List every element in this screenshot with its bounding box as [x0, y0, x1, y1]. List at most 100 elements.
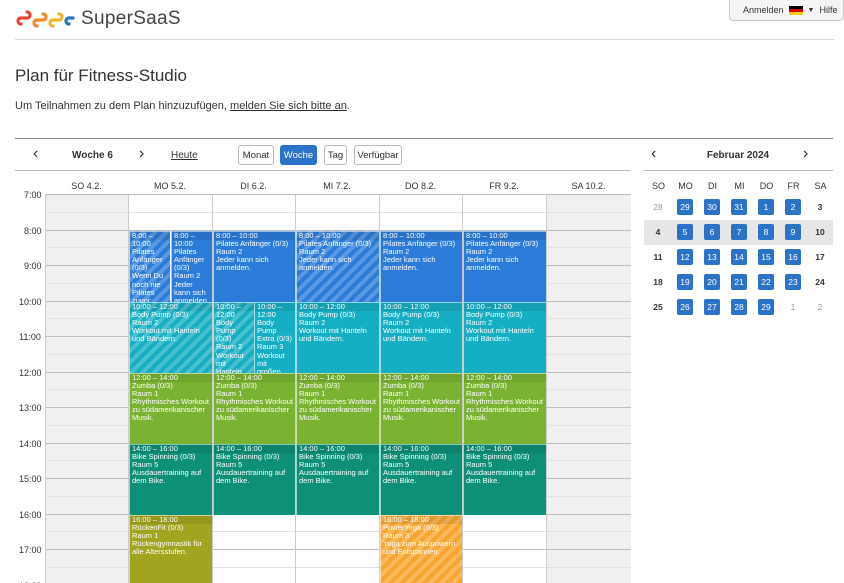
minical-day[interactable]: 21 — [731, 274, 747, 290]
event-block[interactable]: 10:00 – 12:00 Body Pump (0/3) Raum 2 Workou… — [296, 301, 379, 373]
brand-name: SuperSaaS — [81, 8, 181, 29]
week-grid[interactable]: 8:00 –10:00 Pilates Anfänger (0/3) Wenn Du no… — [45, 194, 631, 583]
event-text-line: alle Altersstufen. — [132, 547, 188, 557]
event-block[interactable]: 14:00 – 16:00 Bike Spinning (0/3) Raum 5 Au… — [463, 443, 546, 515]
minical-weekday-header: FR — [787, 181, 800, 191]
next-month-button[interactable]: › — [803, 146, 808, 162]
minical-day: 10 — [815, 227, 825, 237]
view-day-button[interactable]: Tag — [324, 145, 347, 165]
day-header: MI 7.2. — [323, 181, 351, 191]
event-text-line: anmelden. — [466, 263, 502, 273]
event-text-line: Pump (0/3) — [216, 325, 236, 344]
event-block[interactable]: 12:00 – 14:00 Zumba (0/3) Raum 1 Rhythmisch… — [213, 372, 295, 444]
minical-day[interactable]: 2 — [785, 199, 801, 215]
minical-day[interactable]: 20 — [704, 274, 720, 290]
event-text-line: dem Bike. — [299, 476, 333, 486]
event-text-line: Musik. — [383, 413, 405, 423]
minical-day[interactable]: 15 — [758, 249, 774, 265]
minical-day[interactable]: 16 — [785, 249, 801, 265]
event-block[interactable]: 12:00 – 14:00 Zumba (0/3) Raum 1 Rhythmisch… — [129, 372, 212, 444]
minical-day[interactable]: 29 — [677, 199, 693, 215]
minical-day[interactable]: 6 — [704, 224, 720, 240]
minical-day: 28 — [653, 202, 663, 212]
header-divider — [15, 39, 834, 40]
event-block[interactable]: 8:00 – 10:00 Pilates Anfänger (0/3) Raum 2… — [213, 230, 295, 302]
login-prompt-link[interactable]: melden Sie sich bitte an — [230, 100, 347, 112]
day-column-divider — [546, 194, 547, 583]
event-block[interactable]: 10:00 –12:00 Body Pump Extra (0/3) Raum 3 Wor… — [254, 301, 295, 373]
event-block[interactable]: 14:00 – 16:00 Bike Spinning (0/3) Raum 5 Au… — [213, 443, 295, 515]
event-text-line: dem Bike. — [383, 476, 417, 486]
minical-day: 24 — [815, 277, 825, 287]
minical-weekday-header: SO — [651, 181, 665, 191]
minical-day[interactable]: 26 — [677, 299, 693, 315]
event-block[interactable]: 12:00 – 14:00 Zumba (0/3) Raum 1 Rhythmisch… — [463, 372, 546, 444]
time-label: 8:00 — [24, 225, 42, 236]
minical-day[interactable]: 28 — [731, 299, 747, 315]
event-text-line: Musik. — [299, 413, 321, 423]
event-text-line: anmelden. — [299, 263, 335, 273]
event-block[interactable]: 10:00 – 12:00 Body Pump (0/3) Raum 2 Workou… — [129, 301, 212, 373]
minical-day[interactable]: 31 — [731, 199, 747, 215]
minical-day[interactable]: 8 — [758, 224, 774, 240]
event-block[interactable]: 14:00 – 16:00 Bike Spinning (0/3) Raum 5 Au… — [129, 443, 212, 515]
minical-day[interactable]: 23 — [785, 274, 801, 290]
minical-day[interactable]: 29 — [758, 299, 774, 315]
german-flag-icon[interactable] — [788, 5, 803, 15]
minical-weekday-header: DI — [708, 181, 717, 191]
event-block[interactable]: 8:00 – 10:00 Pilates Anfänger (0/3) Raum 2… — [380, 230, 462, 302]
minical-day[interactable]: 5 — [677, 224, 693, 240]
view-month-button[interactable]: Monat — [238, 145, 274, 165]
hour-gridline — [45, 194, 631, 195]
event-text-line: dem Bike. — [132, 476, 166, 486]
event-text-line: Musik. — [132, 413, 154, 423]
day-header: MO 5.2. — [153, 181, 186, 191]
event-block[interactable]: 16:00 – 18:00 PowerYoga (0/3) Raum 3 Yoga z… — [380, 514, 462, 583]
minical-day[interactable]: 9 — [785, 224, 801, 240]
event-text-line: Musik. — [466, 413, 488, 423]
view-week-button[interactable]: Woche — [280, 145, 317, 165]
event-block[interactable]: 8:00 –10:00 Pilates Anfänger (0/3) Raum 2 Jed… — [171, 230, 212, 302]
minical-day[interactable]: 7 — [731, 224, 747, 240]
time-label: 10:00 — [19, 296, 42, 307]
event-block[interactable]: 10:00 – 12:00 Body Pump (0/3) Raum 2 Workou… — [463, 301, 546, 373]
day-header: SA 10.2. — [571, 181, 606, 191]
event-block[interactable]: 10:00 – 12:00 Body Pump (0/3) Raum 2 Workou… — [380, 301, 462, 373]
minical-day[interactable]: 14 — [731, 249, 747, 265]
minical-day[interactable]: 13 — [704, 249, 720, 265]
minical-day: 2 — [817, 302, 823, 312]
next-week-button[interactable]: › — [139, 146, 144, 162]
event-block[interactable]: 8:00 – 10:00 Pilates Anfänger (0/3) Raum 2… — [463, 230, 546, 302]
time-label: 7:00 — [24, 190, 42, 200]
event-block[interactable]: 16:00 – 18:00 RückenFit (0/3) Raum 1 Rücken… — [129, 514, 212, 583]
event-text-line: Musik. — [216, 413, 238, 423]
help-link[interactable]: Hilfe — [819, 5, 837, 15]
day-header: SO 4.2. — [71, 181, 102, 191]
minical-day[interactable]: 12 — [677, 249, 693, 265]
chevron-down-icon[interactable]: ▼ — [808, 7, 815, 14]
event-block[interactable]: 8:00 – 10:00 Pilates Anfänger (0/3) Raum 2… — [296, 230, 379, 302]
page-title: Plan für Fitness-Studio — [15, 66, 187, 85]
brand-logo[interactable]: SuperSaaS — [15, 8, 181, 30]
login-link[interactable]: Anmelden — [743, 5, 784, 15]
minical-divider — [644, 170, 833, 171]
today-link[interactable]: Heute — [171, 150, 198, 161]
event-block[interactable]: 14:00 – 16:00 Bike Spinning (0/3) Raum 5 Au… — [380, 443, 462, 515]
event-block[interactable]: 14:00 – 16:00 Bike Spinning (0/3) Raum 5 Au… — [296, 443, 379, 515]
event-block[interactable]: 12:00 – 14:00 Zumba (0/3) Raum 1 Rhythmisch… — [380, 372, 462, 444]
minical-day[interactable]: 1 — [758, 199, 774, 215]
previous-week-button[interactable]: ‹ — [33, 146, 38, 162]
day-header: DI 6.2. — [240, 181, 267, 191]
minical-day[interactable]: 22 — [758, 274, 774, 290]
minical-day[interactable]: 27 — [704, 299, 720, 315]
time-label: 9:00 — [24, 261, 42, 271]
minical-weekday-header: DO — [759, 181, 774, 191]
view-available-button[interactable]: Verfügbar — [354, 145, 402, 165]
event-block[interactable]: 10:00 –12:00 Body Pump (0/3) Raum 2 Workout m… — [213, 301, 254, 373]
minical-day: 3 — [817, 202, 823, 212]
week-label: Woche 6 — [72, 150, 113, 161]
minical-day[interactable]: 19 — [677, 274, 693, 290]
minical-day[interactable]: 30 — [704, 199, 720, 215]
event-block[interactable]: 12:00 – 14:00 Zumba (0/3) Raum 1 Rhythmisch… — [296, 372, 379, 444]
event-block[interactable]: 8:00 –10:00 Pilates Anfänger (0/3) Wenn Du no… — [129, 230, 170, 302]
